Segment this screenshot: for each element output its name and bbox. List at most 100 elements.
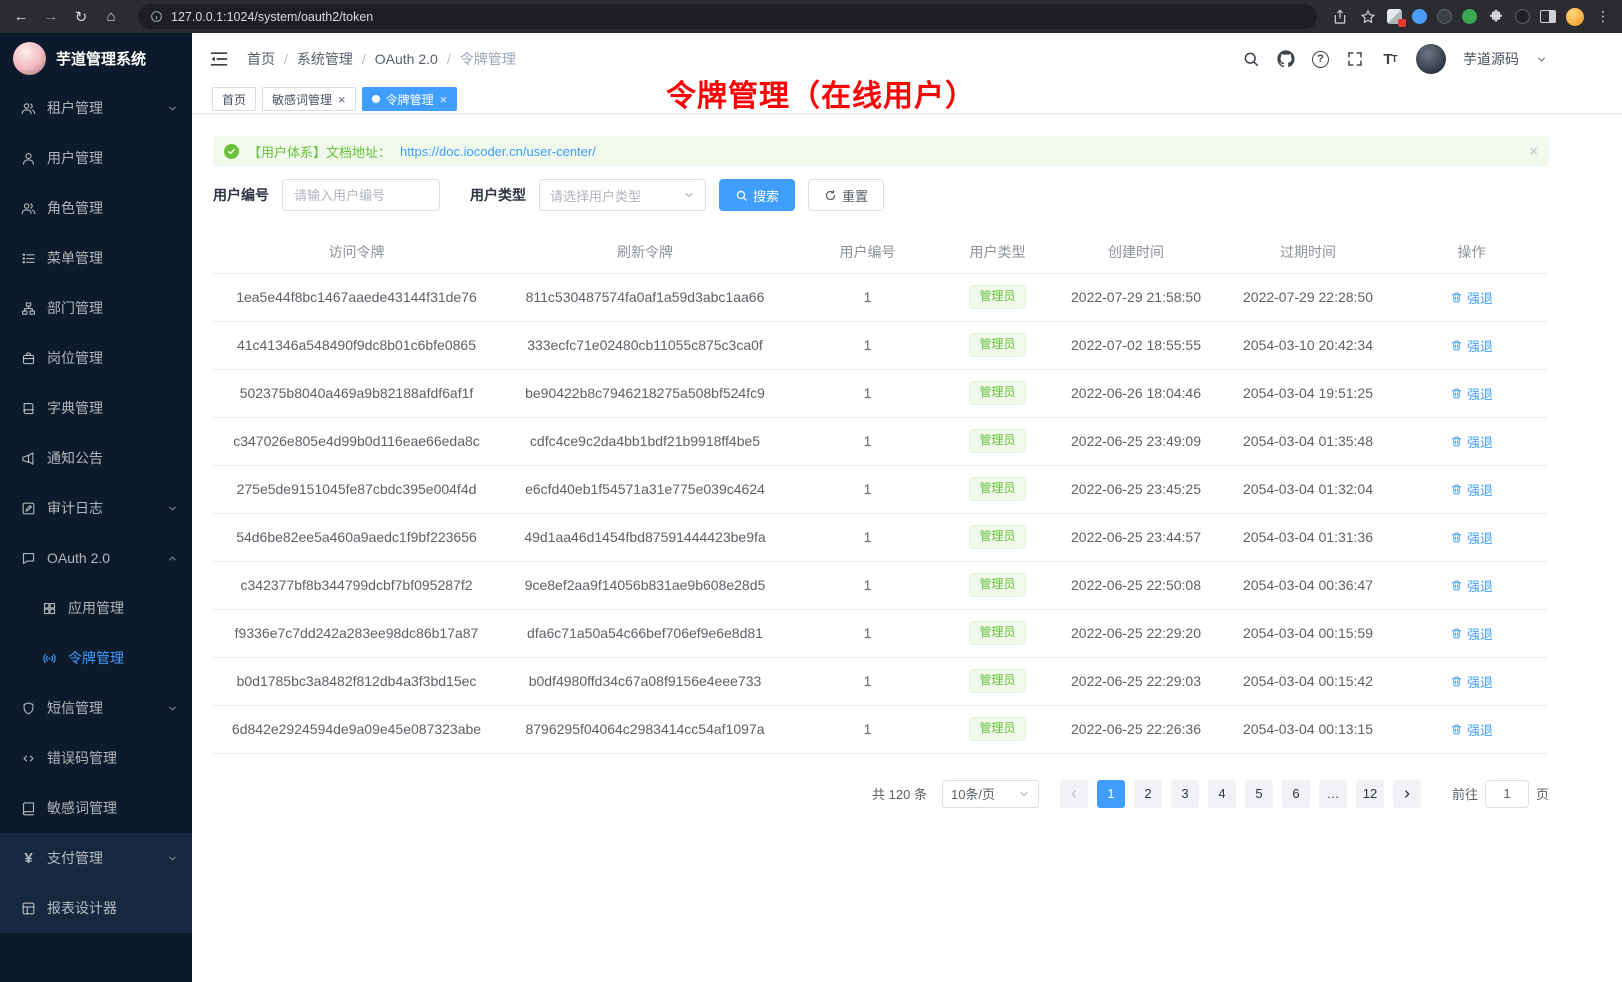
sidebar-item-role[interactable]: 角色管理 xyxy=(0,183,192,233)
sidebar-item-post[interactable]: 岗位管理 xyxy=(0,333,192,383)
user-avatar[interactable] xyxy=(1416,44,1446,74)
tab-close-icon[interactable]: × xyxy=(338,93,346,106)
logo[interactable]: 芋道管理系统 xyxy=(0,33,192,83)
action-cell: 强退 xyxy=(1394,465,1549,513)
search-icon[interactable] xyxy=(1242,50,1260,68)
page-size-select[interactable]: 10条/页 xyxy=(942,780,1039,808)
extension-icon[interactable] xyxy=(1437,9,1452,24)
collapse-sidebar-icon[interactable] xyxy=(209,49,229,69)
breadcrumb-separator: / xyxy=(284,51,288,67)
force-logout-button[interactable]: 强退 xyxy=(1450,384,1493,403)
extension-icon[interactable] xyxy=(1515,9,1530,24)
sidebar-item-notice[interactable]: 通知公告 xyxy=(0,433,192,483)
browser-home-button[interactable]: ⌂ xyxy=(98,4,124,30)
report-icon xyxy=(21,901,36,916)
share-icon[interactable] xyxy=(1331,8,1349,26)
sidebar-item-tenant[interactable]: 租户管理 xyxy=(0,83,192,133)
goto-label: 前往 xyxy=(1452,784,1478,803)
sidebar-item-audit-log[interactable]: 审计日志 xyxy=(0,483,192,533)
sidebar-item-sensitive-word[interactable]: 敏感词管理 xyxy=(0,783,192,833)
trash-icon xyxy=(1450,291,1463,304)
prev-page-button[interactable] xyxy=(1060,780,1088,808)
reset-button[interactable]: 重置 xyxy=(808,179,884,211)
sidebar-item-oauth2-token[interactable]: 令牌管理 xyxy=(0,633,192,683)
browser-profile-avatar[interactable] xyxy=(1566,8,1584,26)
github-icon[interactable] xyxy=(1277,50,1295,68)
user-type-select[interactable]: 请选择用户类型 xyxy=(539,179,706,211)
trash-icon xyxy=(1450,675,1463,688)
search-button[interactable]: 搜索 xyxy=(719,179,795,211)
sidebar-item-oauth2-application[interactable]: 应用管理 xyxy=(0,583,192,633)
action-cell: 强退 xyxy=(1394,705,1549,753)
sidebar-item-user[interactable]: 用户管理 xyxy=(0,133,192,183)
doc-link[interactable]: https://doc.iocoder.cn/user-center/ xyxy=(400,144,596,159)
user-id-label: 用户编号 xyxy=(213,185,269,205)
force-logout-button[interactable]: 强退 xyxy=(1450,288,1493,307)
force-logout-button[interactable]: 强退 xyxy=(1450,624,1493,643)
pagination-more-button[interactable]: … xyxy=(1319,780,1347,808)
yen-icon: ¥ xyxy=(21,851,36,866)
extension-icon[interactable] xyxy=(1412,9,1427,24)
user-id-input[interactable] xyxy=(282,179,440,211)
bookmark-star-icon[interactable] xyxy=(1359,8,1377,26)
browser-menu-icon[interactable]: ⋮ xyxy=(1594,8,1612,26)
page-button-2[interactable]: 2 xyxy=(1134,780,1162,808)
force-logout-button[interactable]: 强退 xyxy=(1450,432,1493,451)
sidebar-item-menu[interactable]: 菜单管理 xyxy=(0,233,192,283)
page-button-12[interactable]: 12 xyxy=(1356,780,1384,808)
extension-icon[interactable] xyxy=(1387,9,1402,24)
sidebar-item-dept[interactable]: 部门管理 xyxy=(0,283,192,333)
force-logout-button[interactable]: 强退 xyxy=(1450,672,1493,691)
force-logout-button[interactable]: 强退 xyxy=(1450,576,1493,595)
sidebar-item-sms[interactable]: 短信管理 xyxy=(0,683,192,733)
help-icon[interactable]: ? xyxy=(1312,51,1329,68)
table-row: 502375b8040a469a9b82188afdf6af1fbe90422b… xyxy=(213,369,1549,417)
sidebar-item-label: 岗位管理 xyxy=(47,348,103,368)
sidebar-item-report-designer[interactable]: 报表设计器 xyxy=(0,883,192,933)
page-button-5[interactable]: 5 xyxy=(1245,780,1273,808)
tab-token[interactable]: 令牌管理× xyxy=(362,87,458,111)
force-logout-button[interactable]: 强退 xyxy=(1450,336,1493,355)
breadcrumb-item[interactable]: OAuth 2.0 xyxy=(375,51,438,67)
page-button-6[interactable]: 6 xyxy=(1282,780,1310,808)
user-menu-caret-icon[interactable] xyxy=(1536,54,1547,65)
user-type-badge: 管理员 xyxy=(969,621,1025,645)
sidebar-item-label: 支付管理 xyxy=(47,848,103,868)
tree-icon xyxy=(21,301,36,316)
force-logout-button[interactable]: 强退 xyxy=(1450,480,1493,499)
page-buttons: 123456…12 xyxy=(1097,780,1384,808)
tab-close-icon[interactable]: × xyxy=(440,93,448,106)
page-button-4[interactable]: 4 xyxy=(1208,780,1236,808)
breadcrumb-item[interactable]: 首页 xyxy=(247,49,275,69)
sidebar-item-oauth2[interactable]: OAuth 2.0 xyxy=(0,533,192,583)
app-window: 芋道管理系统 租户管理用户管理角色管理菜单管理部门管理岗位管理字典管理通知公告审… xyxy=(0,33,1622,982)
browser-back-button[interactable]: ← xyxy=(8,4,34,30)
next-page-button[interactable] xyxy=(1393,780,1421,808)
sidebar-item-pay[interactable]: ¥ 支付管理 xyxy=(0,833,192,883)
extensions-puzzle-icon[interactable] xyxy=(1487,8,1505,26)
force-logout-button[interactable]: 强退 xyxy=(1450,528,1493,547)
side-panel-icon[interactable] xyxy=(1540,10,1556,23)
action-cell: 强退 xyxy=(1394,321,1549,369)
sidebar-item-error-code[interactable]: 错误码管理 xyxy=(0,733,192,783)
chevron-down-icon xyxy=(167,703,178,714)
tab-sensitive-word[interactable]: 敏感词管理× xyxy=(262,87,356,111)
force-logout-button[interactable]: 强退 xyxy=(1450,720,1493,739)
page-button-3[interactable]: 3 xyxy=(1171,780,1199,808)
browser-reload-button[interactable]: ↻ xyxy=(68,4,94,30)
page-button-1[interactable]: 1 xyxy=(1097,780,1125,808)
goto-page-input[interactable] xyxy=(1485,780,1529,808)
site-info-icon[interactable] xyxy=(150,10,163,23)
font-size-icon[interactable]: TT xyxy=(1381,50,1399,68)
fullscreen-icon[interactable] xyxy=(1346,50,1364,68)
breadcrumb-item[interactable]: 系统管理 xyxy=(297,49,353,69)
browser-forward-button[interactable]: → xyxy=(38,4,64,30)
tab-home[interactable]: 首页 xyxy=(212,87,256,111)
sidebar-item-dict[interactable]: 字典管理 xyxy=(0,383,192,433)
alert-close-icon[interactable]: × xyxy=(1529,143,1538,160)
column-header: 操作 xyxy=(1394,232,1549,273)
username[interactable]: 芋道源码 xyxy=(1463,49,1519,69)
expire-time-cell: 2054-03-10 20:42:34 xyxy=(1222,321,1394,369)
address-bar[interactable]: 127.0.0.1:1024/system/oauth2/token xyxy=(138,4,1317,29)
extension-icon[interactable] xyxy=(1462,9,1477,24)
